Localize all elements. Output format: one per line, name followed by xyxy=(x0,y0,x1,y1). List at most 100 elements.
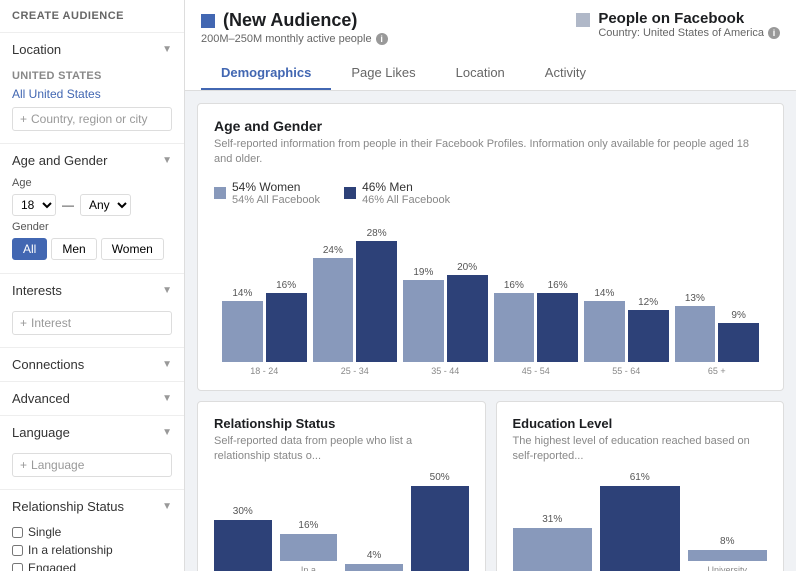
chevron-down-icon: ▼ xyxy=(162,285,172,296)
bar-pct: 4% xyxy=(367,550,381,561)
audience-color-box xyxy=(201,14,215,28)
women-pct-label: 13% xyxy=(685,293,705,304)
audience-count: 200M–250M monthly active people i xyxy=(201,33,388,45)
women-pct-label: 16% xyxy=(504,280,524,291)
age-bar-group: 13% 9% 65 + xyxy=(675,293,760,376)
age-group-label: 45 - 54 xyxy=(522,366,550,376)
gender-all-button[interactable]: All xyxy=(12,238,47,260)
legend-women-sub: 54% All Facebook xyxy=(232,194,320,206)
section-connections-header[interactable]: Connections ▼ xyxy=(0,348,184,381)
men-pct-label: 20% xyxy=(457,262,477,273)
audience-name: (New Audience) xyxy=(201,10,388,31)
legend-women-box xyxy=(214,187,226,199)
age-label: Age xyxy=(12,177,172,189)
audience-name-block: (New Audience) 200M–250M monthly active … xyxy=(201,10,388,45)
gender-men-button[interactable]: Men xyxy=(51,238,96,260)
info-icon-country: i xyxy=(768,27,780,39)
women-bar xyxy=(403,280,444,362)
bar-fill xyxy=(345,564,403,571)
men-bar xyxy=(537,293,578,362)
tab-demographics[interactable]: Demographics xyxy=(201,57,331,90)
age-gender-subtitle: Self-reported information from people in… xyxy=(214,137,767,168)
small-bar-group: 16% In a Relationship xyxy=(280,520,338,571)
bar-pct: 31% xyxy=(542,514,562,525)
age-gender-subsection: Age 18 — Any Gender All Men Women xyxy=(0,177,184,273)
country-label: Country: United States of America i xyxy=(598,27,780,39)
education-subtitle: The highest level of education reached b… xyxy=(513,434,768,465)
section-location-header[interactable]: Location ▼ xyxy=(0,33,184,66)
section-connections-label: Connections xyxy=(12,357,84,372)
section-relationship-header[interactable]: Relationship Status ▼ xyxy=(0,490,184,523)
tabs: Demographics Page Likes Location Activit… xyxy=(201,57,780,90)
location-subsection: UNITED STATES All United States + Countr… xyxy=(0,66,184,143)
section-connections: Connections ▼ xyxy=(0,348,184,382)
interest-placeholder: Interest xyxy=(31,316,71,330)
men-bar xyxy=(628,310,669,362)
section-age-gender: Age and Gender ▼ Age 18 — Any Gender All… xyxy=(0,144,184,274)
sidebar-header: CREATE AUDIENCE xyxy=(0,0,184,33)
men-pct-label: 9% xyxy=(731,310,745,321)
small-bar-group: 8% University postgraduate xyxy=(688,536,768,571)
language-input[interactable]: + Language xyxy=(12,453,172,477)
bar-label: University postgraduate xyxy=(688,565,768,571)
section-advanced-header[interactable]: Advanced ▼ xyxy=(0,382,184,415)
info-icon: i xyxy=(376,33,388,45)
bar-fill xyxy=(600,486,680,571)
men-bar xyxy=(356,241,397,362)
gender-buttons: All Men Women xyxy=(12,238,172,260)
age-group-label: 35 - 44 xyxy=(431,366,459,376)
tab-page-likes[interactable]: Page Likes xyxy=(331,57,435,90)
women-bar xyxy=(584,301,625,362)
men-bar xyxy=(266,293,307,362)
language-subsection: + Language xyxy=(0,453,184,489)
interest-input[interactable]: + Interest xyxy=(12,311,172,335)
bar-pct: 30% xyxy=(233,506,253,517)
legend-men-sub: 46% All Facebook xyxy=(362,194,450,206)
section-advanced-label: Advanced xyxy=(12,391,70,406)
chevron-down-icon: ▼ xyxy=(162,393,172,404)
gender-label: Gender xyxy=(12,221,172,233)
women-pct-label: 14% xyxy=(232,288,252,299)
location-input[interactable]: + Country, region or city xyxy=(12,107,172,131)
bar-label: In a Relationship xyxy=(280,565,338,571)
tab-location[interactable]: Location xyxy=(436,57,525,90)
checkbox-engaged: Engaged xyxy=(12,559,172,571)
interests-subsection: + Interest xyxy=(0,311,184,347)
women-pct-label: 24% xyxy=(323,245,343,256)
bar-fill xyxy=(513,528,593,571)
section-location-label: Location xyxy=(12,42,61,57)
education-title: Education Level xyxy=(513,416,768,431)
men-pct-label: 16% xyxy=(548,280,568,291)
age-from-select[interactable]: 18 xyxy=(12,194,56,216)
age-to-select[interactable]: Any xyxy=(80,194,131,216)
charts-area: Age and Gender Self-reported information… xyxy=(185,91,796,571)
age-bar-group: 24% 28% 25 - 34 xyxy=(313,228,398,376)
country-text: Country: United States of America xyxy=(598,27,764,39)
plus-icon: + xyxy=(20,458,27,472)
people-on-fb-box xyxy=(576,13,590,27)
small-bar-group: 50% Married xyxy=(411,472,469,571)
sidebar: CREATE AUDIENCE Location ▼ UNITED STATES… xyxy=(0,0,185,571)
location-placeholder: Country, region or city xyxy=(31,112,148,126)
section-age-gender-header[interactable]: Age and Gender ▼ xyxy=(0,144,184,177)
gender-women-button[interactable]: Women xyxy=(101,238,164,260)
section-interests-header[interactable]: Interests ▼ xyxy=(0,274,184,307)
tab-activity[interactable]: Activity xyxy=(525,57,606,90)
age-bar-group: 19% 20% 35 - 44 xyxy=(403,262,488,376)
people-on-fb-block: People on Facebook Country: United State… xyxy=(576,10,780,39)
age-bar-group: 16% 16% 45 - 54 xyxy=(494,280,579,376)
section-interests-label: Interests xyxy=(12,283,62,298)
bar-pct: 61% xyxy=(630,472,650,483)
chevron-down-icon: ▼ xyxy=(162,501,172,512)
relationship-card: Relationship Status Self-reported data f… xyxy=(197,401,486,571)
education-card: Education Level The highest level of edu… xyxy=(496,401,785,571)
main-content: (New Audience) 200M–250M monthly active … xyxy=(185,0,796,571)
bar-pct: 50% xyxy=(430,472,450,483)
bar-pct: 16% xyxy=(298,520,318,531)
chevron-down-icon: ▼ xyxy=(162,359,172,370)
section-language-header[interactable]: Language ▼ xyxy=(0,416,184,449)
women-bar xyxy=(494,293,535,362)
legend-women: 54% Women 54% All Facebook xyxy=(214,180,320,206)
age-bar-group: 14% 16% 18 - 24 xyxy=(222,280,307,376)
bar-fill xyxy=(411,486,469,571)
